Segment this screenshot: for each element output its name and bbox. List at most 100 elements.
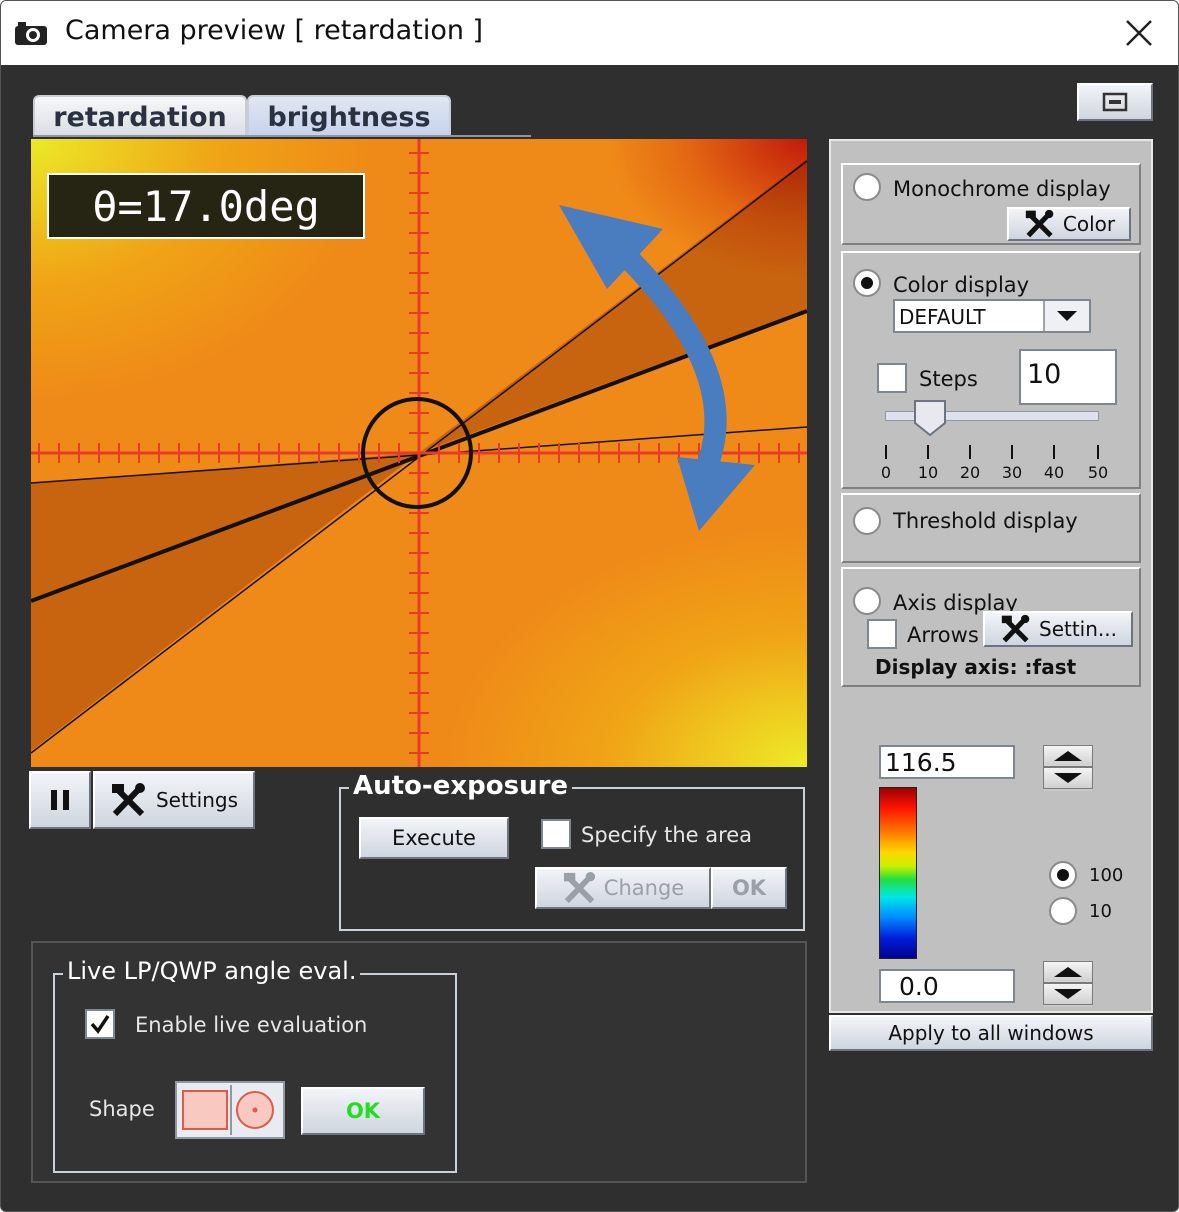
live-eval-ok-label: OK: [345, 1099, 381, 1123]
scale-min-up-button[interactable]: [1043, 961, 1093, 983]
enable-live-evaluation-label: Enable live evaluation: [135, 1013, 368, 1037]
slider-tick: [1097, 445, 1099, 459]
slider-tick-label: 20: [959, 463, 981, 482]
palette-select[interactable]: DEFAULT: [893, 299, 1091, 333]
tools-icon: [1001, 614, 1030, 643]
arrows-label: Arrows: [907, 623, 979, 647]
camera-preview-window: Camera preview [ retardation ] retardati…: [0, 0, 1179, 1212]
close-icon: [1126, 20, 1152, 46]
triangle-up-icon: [1054, 967, 1082, 977]
slider-tick: [1011, 445, 1013, 459]
axis-settings-label: Settin...: [1039, 617, 1117, 641]
display-options-panel: Monochrome display Color Color display D…: [829, 139, 1153, 1013]
slider-tick-label: 40: [1043, 463, 1065, 482]
change-button[interactable]: Change: [535, 867, 711, 909]
close-button[interactable]: [1109, 11, 1169, 55]
triangle-up-icon: [1054, 751, 1082, 761]
slider-tick: [885, 445, 887, 459]
auto-exposure-title: Auto-exposure: [349, 771, 573, 801]
tab-brightness[interactable]: brightness: [247, 95, 451, 137]
specify-area-label: Specify the area: [581, 823, 753, 847]
scale-min-down-button[interactable]: [1043, 983, 1093, 1005]
shape-label: Shape: [89, 1097, 155, 1121]
color-scale-bar: [879, 787, 917, 959]
specify-area-checkbox[interactable]: [541, 819, 571, 849]
threshold-display-radio[interactable]: [853, 507, 881, 535]
color-display-radio[interactable]: [853, 269, 881, 297]
scale-max-up-button[interactable]: [1043, 745, 1093, 767]
shape-selector[interactable]: [175, 1081, 285, 1139]
triangle-down-icon: [1054, 989, 1082, 999]
scale-max-down-button[interactable]: [1043, 767, 1093, 789]
title-bar: Camera preview [ retardation ]: [1, 1, 1178, 65]
pause-button[interactable]: [29, 771, 91, 829]
slider-tick-label: 0: [880, 463, 892, 482]
steps-input[interactable]: 10: [1019, 349, 1117, 405]
auto-exposure-group: Auto-exposure Execute Specify the area C…: [339, 771, 805, 931]
arrows-checkbox[interactable]: [867, 619, 897, 649]
scale-min-spinner: [1043, 961, 1093, 1007]
scale-max-input[interactable]: 116.5: [879, 745, 1015, 779]
retardation-image[interactable]: θ=17.0deg: [31, 139, 807, 767]
scale-100-radio[interactable]: [1049, 861, 1077, 889]
scale-100-label: 100: [1089, 865, 1124, 886]
palette-dropdown-button[interactable]: [1043, 301, 1089, 331]
slider-tick-label: 30: [1001, 463, 1023, 482]
display-axis-status: Display axis: :fast: [875, 655, 1077, 679]
live-eval-ok-button[interactable]: OK: [301, 1087, 425, 1135]
color-display-section: Color display DEFAULT Steps 10 0 10 20 3…: [841, 251, 1141, 489]
radio-selected-dot: [861, 277, 873, 289]
minimize-panel-button[interactable]: [1077, 83, 1153, 121]
camera-icon: [15, 22, 47, 45]
color-button[interactable]: Color: [1007, 207, 1131, 241]
scale-10-radio[interactable]: [1049, 897, 1077, 925]
scale-10-label: 10: [1089, 901, 1112, 922]
tools-icon: [1025, 209, 1054, 238]
palette-select-value: DEFAULT: [899, 305, 986, 329]
threshold-section: Threshold display: [841, 493, 1141, 563]
slider-tick: [1053, 445, 1055, 459]
tab-underline: [33, 135, 531, 137]
slider-tick: [927, 445, 929, 459]
settings-label: Settings: [155, 788, 239, 812]
slider-tick-label: 50: [1087, 463, 1109, 482]
axis-settings-button[interactable]: Settin...: [983, 611, 1133, 647]
axis-display-radio[interactable]: [853, 587, 881, 615]
steps-label: Steps: [919, 367, 978, 391]
steps-checkbox[interactable]: [877, 363, 907, 393]
slider-tick: [969, 445, 971, 459]
tools-icon: [111, 783, 145, 817]
axis-section: Axis display Arrows Settin... Display ax…: [841, 567, 1141, 687]
color-display-label: Color display: [893, 273, 1030, 297]
scale-min-input[interactable]: 0.0: [879, 969, 1015, 1003]
monochrome-display-radio[interactable]: [853, 173, 881, 201]
monochrome-display-label: Monochrome display: [893, 177, 1111, 201]
minimize-icon: [1102, 92, 1128, 112]
monochrome-section: Monochrome display Color: [841, 163, 1141, 245]
check-icon: [90, 1015, 110, 1034]
angle-readout: θ=17.0deg: [47, 173, 365, 239]
shape-rect-circle-icon: [182, 1085, 274, 1135]
auto-exposure-ok-button[interactable]: OK: [711, 867, 787, 909]
window-title: Camera preview [ retardation ]: [65, 15, 484, 46]
slider-tick-label: 10: [917, 463, 939, 482]
execute-button[interactable]: Execute: [359, 817, 509, 859]
chevron-down-icon: [1057, 311, 1077, 321]
enable-live-evaluation-checkbox[interactable]: [85, 1009, 115, 1039]
scale-max-spinner: [1043, 745, 1093, 791]
angle-wedge-upper: [419, 159, 807, 453]
pause-icon: [51, 790, 69, 810]
change-label: Change: [603, 876, 685, 900]
threshold-display-label: Threshold display: [893, 509, 1078, 533]
steps-slider-thumb[interactable]: [913, 399, 947, 437]
apply-to-all-windows-button[interactable]: Apply to all windows: [829, 1015, 1153, 1051]
color-button-label: Color: [1062, 212, 1116, 236]
live-eval-group: Live LP/QWP angle eval. Enable live eval…: [53, 957, 457, 1173]
angle-wedge-lower: [31, 453, 419, 751]
triangle-down-icon: [1054, 773, 1082, 783]
settings-button[interactable]: Settings: [93, 771, 255, 829]
radio-selected-dot: [1057, 869, 1069, 881]
live-eval-title: Live LP/QWP angle eval.: [63, 957, 361, 985]
tab-retardation[interactable]: retardation: [33, 95, 247, 137]
live-eval-panel: Live LP/QWP angle eval. Enable live eval…: [31, 941, 807, 1183]
